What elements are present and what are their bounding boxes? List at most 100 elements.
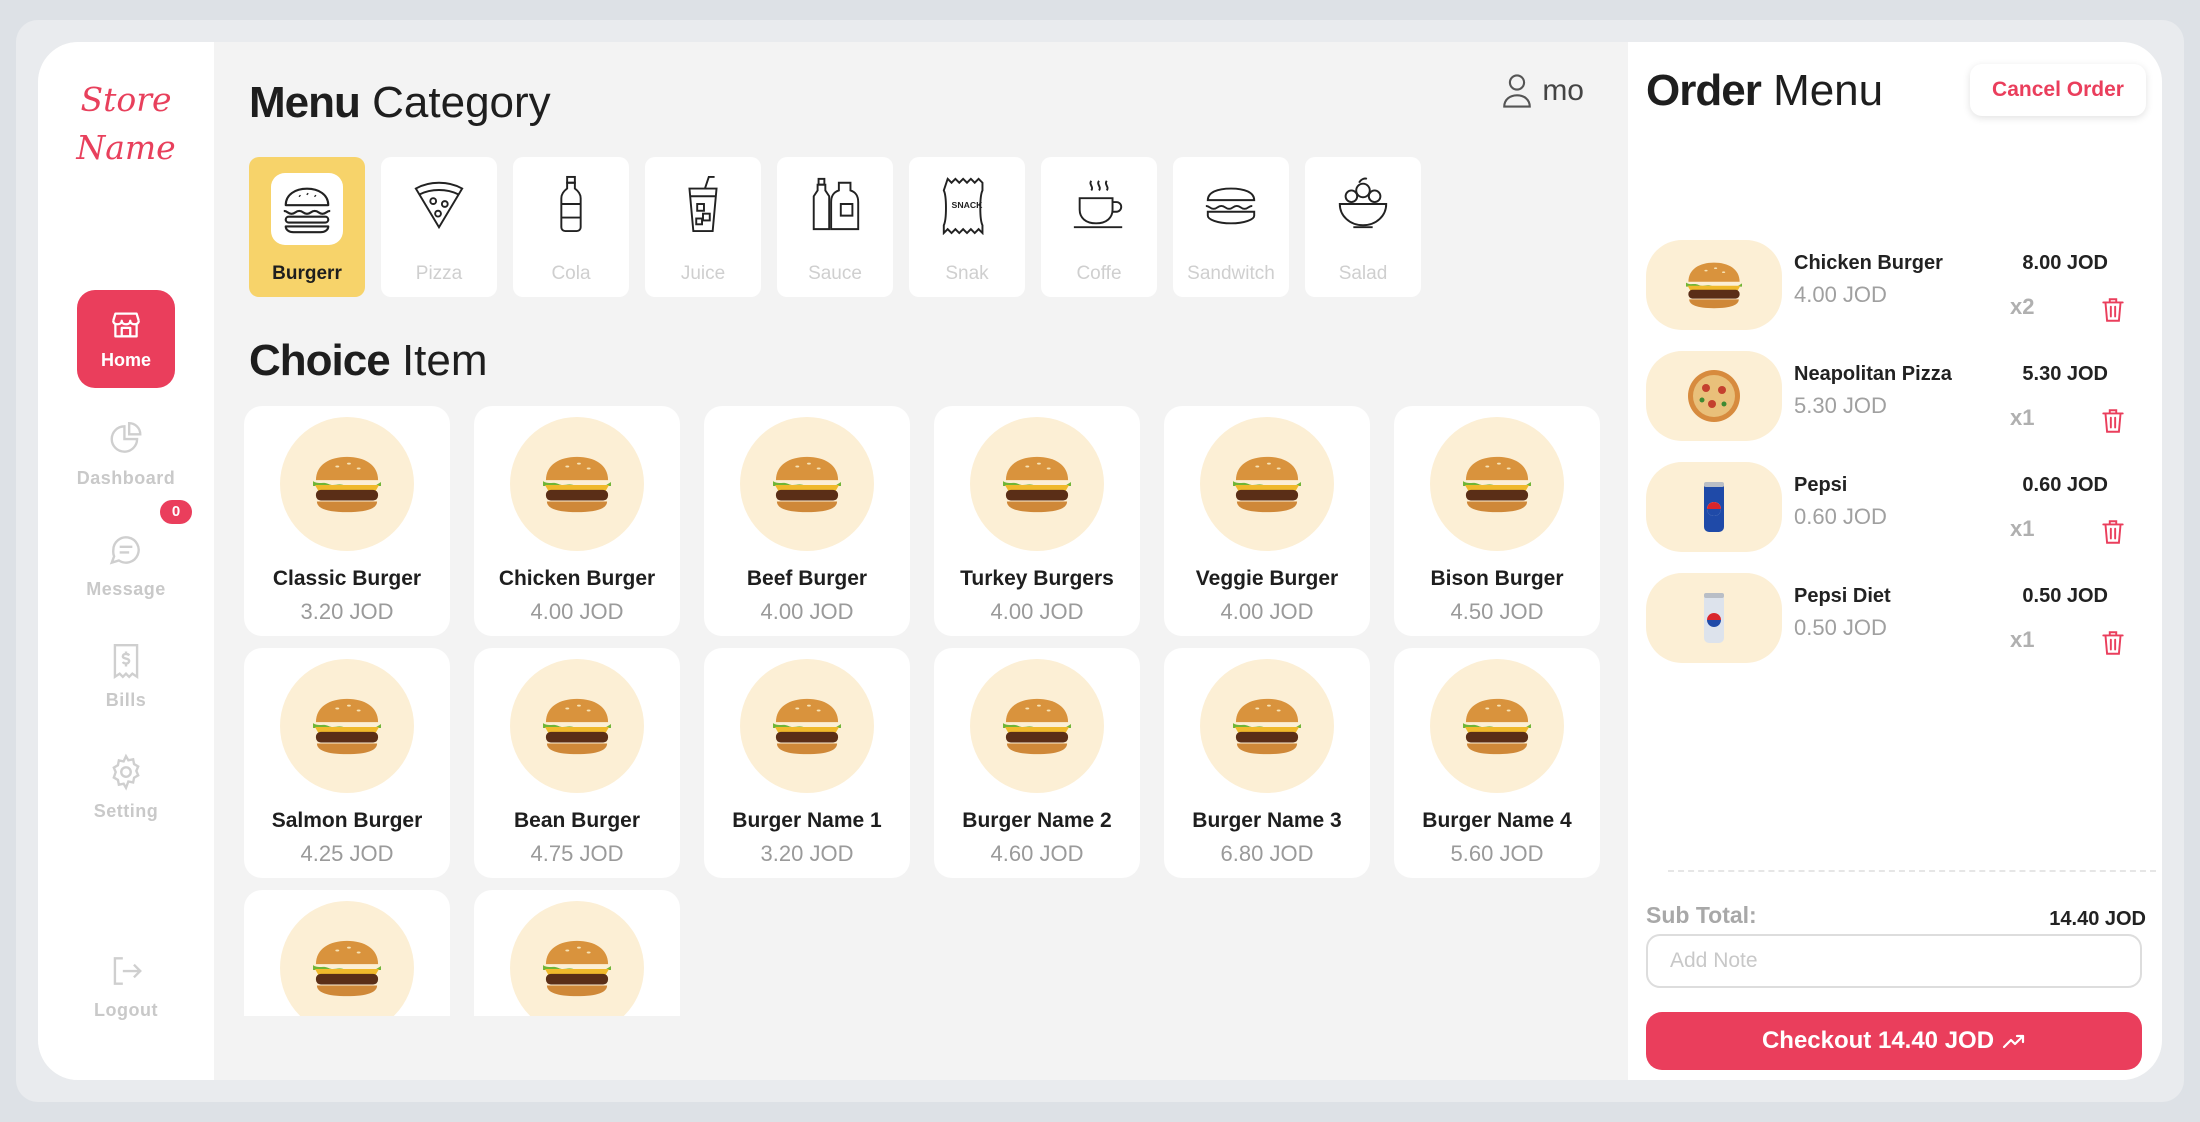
item-grid-scroll[interactable]: Classic Burger 3.20 JOD Chicken Burger 4.00… bbox=[244, 406, 1614, 1016]
menu-item-card[interactable]: Burger Name 1 3.20 JOD bbox=[704, 648, 910, 878]
nav-logout-label: Logout bbox=[94, 1000, 158, 1020]
menu-item-card[interactable]: Burger Name 4 5.60 JOD bbox=[1394, 648, 1600, 878]
title-light: Category bbox=[372, 78, 551, 127]
order-line-unit-price: 4.00 JOD bbox=[1794, 282, 1887, 307]
title-bold: Choice bbox=[249, 336, 391, 385]
item-image-plate bbox=[280, 901, 414, 1016]
title-bold: Menu bbox=[249, 78, 361, 127]
menu-item-card[interactable]: Bean Burger 4.75 JOD bbox=[474, 648, 680, 878]
pizza-icon bbox=[414, 181, 464, 230]
order-line-total: 0.50 JOD bbox=[2022, 585, 2108, 607]
salad-icon bbox=[1338, 177, 1388, 229]
burger-image bbox=[543, 456, 611, 513]
item-image-plate bbox=[1430, 417, 1564, 551]
trash-icon[interactable] bbox=[2100, 518, 2126, 546]
item-price: 4.75 JOD bbox=[530, 841, 624, 866]
trash-icon[interactable] bbox=[2100, 629, 2126, 657]
nav-logout[interactable]: Logout bbox=[38, 952, 214, 1021]
nav-message-label: Message bbox=[86, 579, 166, 599]
item-name: Chicken Burger bbox=[498, 567, 656, 590]
menu-item-card[interactable]: Bison Burger 4.50 JOD bbox=[1394, 406, 1600, 636]
order-line-name: Pepsi bbox=[1794, 474, 1848, 496]
burger-image bbox=[1233, 698, 1301, 755]
item-image-plate bbox=[510, 659, 644, 793]
menu-item-card[interactable]: Beef Burger 4.00 JOD bbox=[704, 406, 910, 636]
category-salad[interactable]: Salad bbox=[1305, 157, 1421, 297]
category-pizza[interactable]: Pizza bbox=[381, 157, 497, 297]
order-line-thumbnail bbox=[1646, 573, 1782, 663]
order-line-quantity[interactable]: x1 bbox=[2010, 516, 2034, 542]
order-menu-title: Order Menu bbox=[1646, 66, 1883, 116]
item-name: Classic Burger bbox=[272, 567, 422, 590]
category-list: Burgerr Pizza Cola Juice Sauce SNACK Sna… bbox=[249, 157, 1421, 297]
category-sauce[interactable]: Sauce bbox=[777, 157, 893, 297]
order-line-quantity[interactable]: x2 bbox=[2010, 294, 2034, 320]
menu-item-card[interactable]: Salmon Burger 4.25 JOD bbox=[244, 648, 450, 878]
menu-item-card[interactable] bbox=[474, 890, 680, 1016]
icon-box bbox=[271, 173, 343, 245]
burger-image bbox=[1463, 698, 1531, 755]
order-line-quantity[interactable]: x1 bbox=[2010, 405, 2034, 431]
order-line-total: 0.60 JOD bbox=[2022, 474, 2108, 496]
category-juice[interactable]: Juice bbox=[645, 157, 761, 297]
burger-image bbox=[313, 940, 381, 997]
order-line-quantity[interactable]: x1 bbox=[2010, 627, 2034, 653]
item-price: 3.20 JOD bbox=[300, 599, 394, 624]
category-coffe[interactable]: Coffe bbox=[1041, 157, 1157, 297]
category-burgerr[interactable]: Burgerr bbox=[249, 157, 365, 297]
item-price: 4.00 JOD bbox=[530, 599, 624, 624]
pie-chart-icon bbox=[110, 421, 142, 453]
order-line-total: 8.00 JOD bbox=[2022, 252, 2108, 274]
checkout-button[interactable]: Checkout 14.40 JOD bbox=[1646, 1012, 2142, 1070]
nav-setting[interactable]: Setting bbox=[38, 753, 214, 822]
menu-item-card[interactable]: Burger Name 2 4.60 JOD bbox=[934, 648, 1140, 878]
item-grid: Classic Burger 3.20 JOD Chicken Burger 4.00… bbox=[244, 406, 1614, 1016]
category-label: Burgerr bbox=[272, 263, 342, 284]
order-line: Neapolitan Pizza 5.30 JOD 5.30 JOD x1 bbox=[1646, 351, 2146, 441]
item-image-plate bbox=[280, 659, 414, 793]
nav-home[interactable]: Home bbox=[77, 290, 175, 388]
gear-icon bbox=[112, 753, 140, 791]
nav-message[interactable]: Message bbox=[38, 531, 214, 600]
user-name: mo bbox=[1542, 74, 1584, 107]
menu-item-card[interactable]: Chicken Burger 4.00 JOD bbox=[474, 406, 680, 636]
menu-item-card[interactable] bbox=[244, 890, 450, 1016]
nav-bills[interactable]: Bills bbox=[38, 642, 214, 711]
category-sandwitch[interactable]: Sandwitch bbox=[1173, 157, 1289, 297]
nav-home-label: Home bbox=[100, 349, 151, 370]
item-price: 6.80 JOD bbox=[1220, 841, 1314, 866]
menu-item-card[interactable]: Classic Burger 3.20 JOD bbox=[244, 406, 450, 636]
choice-item-title: Choice Item bbox=[249, 336, 488, 386]
trash-icon[interactable] bbox=[2100, 296, 2126, 324]
order-line: Pepsi 0.60 JOD 0.60 JOD x1 bbox=[1646, 462, 2146, 552]
burger-image bbox=[1003, 698, 1071, 755]
logo-line-2: Name bbox=[76, 128, 176, 167]
item-image-plate bbox=[1200, 417, 1334, 551]
trash-icon[interactable] bbox=[2100, 407, 2126, 435]
add-note-input[interactable] bbox=[1646, 934, 2142, 988]
menu-item-card[interactable]: Burger Name 3 6.80 JOD bbox=[1164, 648, 1370, 878]
menu-item-card[interactable]: Veggie Burger 4.00 JOD bbox=[1164, 406, 1370, 636]
burger-image bbox=[1463, 456, 1531, 513]
order-line-total: 5.30 JOD bbox=[2022, 363, 2108, 385]
item-image-plate bbox=[970, 417, 1104, 551]
category-label: Pizza bbox=[415, 263, 463, 284]
user-menu[interactable]: mo bbox=[1500, 72, 1584, 110]
nav-dashboard[interactable]: Dashboard bbox=[38, 420, 214, 489]
menu-item-card[interactable]: Turkey Burgers 4.00 JOD bbox=[934, 406, 1140, 636]
order-line: Pepsi Diet 0.50 JOD 0.50 JOD x1 bbox=[1646, 573, 2146, 663]
item-price: 4.50 JOD bbox=[1450, 599, 1544, 624]
category-label: Sauce bbox=[808, 263, 862, 284]
item-price: 3.20 JOD bbox=[760, 841, 854, 866]
subtotal-value: 14.40 JOD bbox=[2049, 908, 2146, 930]
cancel-order-button[interactable]: Cancel Order bbox=[1970, 64, 2146, 116]
category-cola[interactable]: Cola bbox=[513, 157, 629, 297]
bottle-icon bbox=[560, 175, 582, 233]
burger-image bbox=[773, 456, 841, 513]
item-name: Beef Burger bbox=[746, 567, 868, 590]
nav-dashboard-label: Dashboard bbox=[76, 468, 176, 488]
subtotal-label: Sub Total: bbox=[1646, 902, 1757, 928]
burger-image bbox=[773, 698, 841, 755]
category-snak[interactable]: SNACK Snak bbox=[909, 157, 1025, 297]
title-light: Item bbox=[401, 336, 488, 385]
